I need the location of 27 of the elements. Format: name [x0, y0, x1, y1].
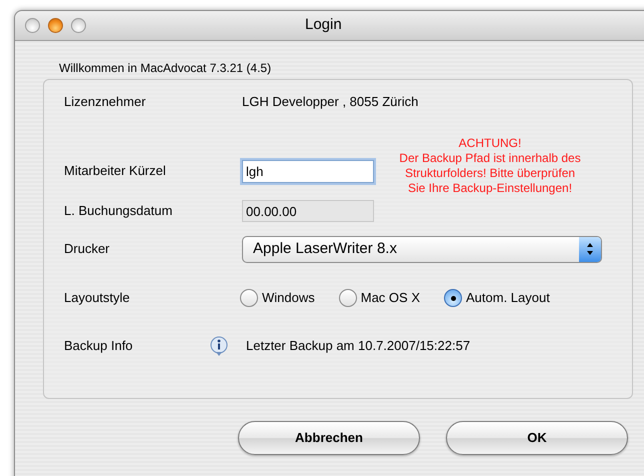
welcome-text: Willkommen in MacAdvocat 7.3.21 (4.5)	[59, 61, 272, 75]
dropdown-arrows-icon	[579, 236, 601, 262]
window-control[interactable]	[71, 18, 86, 33]
field-label: Backup Info	[64, 337, 134, 356]
radio-button[interactable]	[444, 289, 462, 307]
field-label: Mitarbeiter Kürzel	[64, 162, 167, 180]
field-label: Drucker	[64, 240, 111, 258]
radio-button[interactable]	[240, 289, 258, 307]
window-title: Login	[305, 15, 342, 36]
licensee-value: LGH Developper , 8055 Zürich	[242, 93, 418, 112]
backup-info-text: Letzter Backup am 10.7.2007/15:22:57	[246, 337, 470, 356]
employee-field[interactable]: lgh	[242, 160, 374, 182]
window-control[interactable]	[25, 18, 40, 33]
warning-title: ACHTUNG!	[458, 136, 522, 151]
dialog-button[interactable]: OK	[446, 421, 628, 455]
info-icon	[208, 335, 230, 357]
radio-button[interactable]	[338, 289, 357, 307]
field-label: L. Buchungsdatum	[64, 202, 174, 220]
dialog-button[interactable]: Abbrechen	[238, 421, 420, 455]
radio-label: Mac OS X	[360, 289, 420, 308]
radio-label: Autom. Layout	[466, 289, 550, 308]
field-label: Lizenznehmer	[64, 93, 147, 112]
printer-dropdown[interactable]: Apple LaserWriter 8.x	[242, 236, 602, 262]
window-control[interactable]	[48, 18, 63, 33]
radio-label: Windows	[262, 289, 315, 308]
warning-text: Der Backup Pfad ist innerhalb des Strukturfolders! Bitte überprüfen Sie Ihre Backup-Einstellungen!	[398, 151, 582, 196]
field-label: Layoutstyle	[64, 289, 131, 308]
